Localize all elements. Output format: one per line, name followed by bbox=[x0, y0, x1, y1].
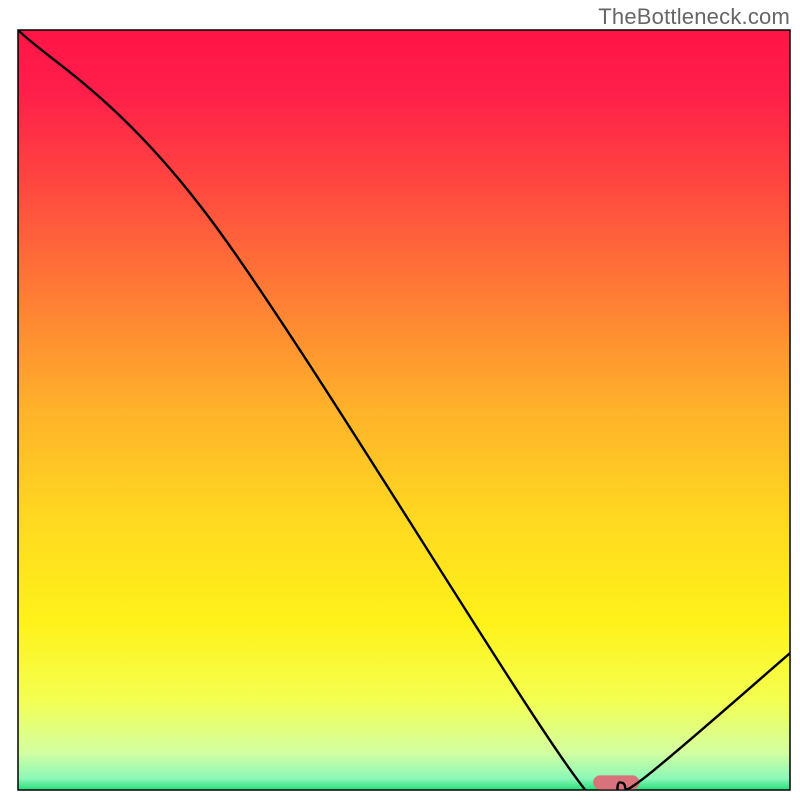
bottleneck-chart bbox=[0, 0, 800, 800]
chart-stage: TheBottleneck.com bbox=[0, 0, 800, 800]
plot-background bbox=[18, 30, 790, 790]
watermark-text: TheBottleneck.com bbox=[598, 4, 790, 30]
